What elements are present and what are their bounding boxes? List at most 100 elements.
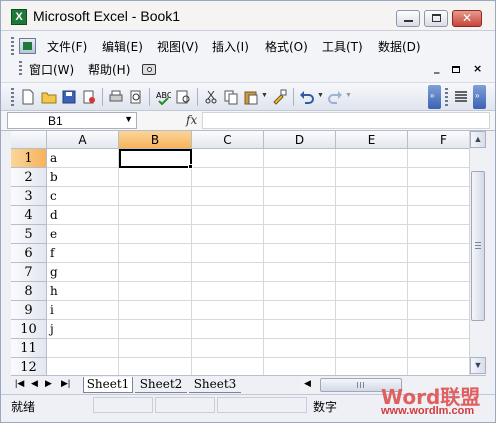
mdi-restore-button[interactable]: [452, 66, 460, 73]
scroll-up-button[interactable]: ▲: [470, 131, 486, 148]
cell-c7[interactable]: [192, 263, 264, 282]
menu-file[interactable]: 文件(F): [47, 39, 87, 55]
sheet-tab-sheet3[interactable]: Sheet3: [189, 377, 241, 393]
vertical-scroll-thumb[interactable]: [471, 171, 485, 321]
cell-f6[interactable]: [408, 244, 469, 263]
row-header-4[interactable]: 4: [11, 206, 47, 225]
cell-c1[interactable]: [192, 149, 264, 168]
cell-f5[interactable]: [408, 225, 469, 244]
cell-d5[interactable]: [264, 225, 336, 244]
cell-d9[interactable]: [264, 301, 336, 320]
column-header-c[interactable]: C: [192, 131, 264, 149]
cell-b7[interactable]: [119, 263, 192, 282]
cell-d10[interactable]: [264, 320, 336, 339]
cell-a9[interactable]: i: [47, 301, 119, 320]
cell-d4[interactable]: [264, 206, 336, 225]
cell-e5[interactable]: [336, 225, 408, 244]
menu-edit[interactable]: 编辑(E): [102, 39, 143, 55]
column-header-e[interactable]: E: [336, 131, 408, 149]
column-header-b[interactable]: B: [119, 131, 192, 149]
select-all-corner[interactable]: [11, 131, 47, 149]
row-header-11[interactable]: 11: [11, 339, 47, 358]
cell-b9[interactable]: [119, 301, 192, 320]
open-folder-icon[interactable]: [41, 89, 57, 105]
cut-icon[interactable]: [203, 89, 219, 105]
cell-f9[interactable]: [408, 301, 469, 320]
cell-f10[interactable]: [408, 320, 469, 339]
cell-e10[interactable]: [336, 320, 408, 339]
row-header-7[interactable]: 7: [11, 263, 47, 282]
first-sheet-nav-button[interactable]: |◀: [15, 378, 24, 389]
cell-e12[interactable]: [336, 358, 408, 375]
cell-a10[interactable]: j: [47, 320, 119, 339]
menu-data[interactable]: 数据(D): [378, 39, 421, 55]
undo-icon[interactable]: [299, 89, 315, 105]
menu-insert[interactable]: 插入(I): [212, 39, 249, 55]
cell-b10[interactable]: [119, 320, 192, 339]
chevron-down-icon[interactable]: ▼: [124, 114, 133, 124]
column-header-f[interactable]: F: [408, 131, 469, 149]
cell-c6[interactable]: [192, 244, 264, 263]
toolbar-options-chevron-icon[interactable]: »: [428, 85, 441, 109]
paste-icon[interactable]: [243, 89, 259, 105]
cell-c8[interactable]: [192, 282, 264, 301]
cell-a5[interactable]: e: [47, 225, 119, 244]
excel-app-icon[interactable]: X: [11, 9, 27, 25]
column-header-a[interactable]: A: [47, 131, 119, 149]
insert-function-icon[interactable]: fx: [186, 113, 197, 127]
new-document-icon[interactable]: [20, 89, 36, 105]
cell-b2[interactable]: [119, 168, 192, 187]
cell-b8[interactable]: [119, 282, 192, 301]
row-header-8[interactable]: 8: [11, 282, 47, 301]
menu-window[interactable]: 窗口(W): [29, 62, 74, 78]
cell-c5[interactable]: [192, 225, 264, 244]
row-header-12[interactable]: 12: [11, 358, 47, 375]
menu-tools[interactable]: 工具(T): [322, 39, 363, 55]
cell-a4[interactable]: d: [47, 206, 119, 225]
row-header-5[interactable]: 5: [11, 225, 47, 244]
redo-dropdown-icon[interactable]: ▼: [345, 92, 352, 99]
mdi-minimize-button[interactable]: _: [434, 61, 440, 74]
active-cell-b1[interactable]: [119, 149, 192, 168]
cell-a1[interactable]: a: [47, 149, 119, 168]
research-icon[interactable]: [175, 89, 191, 105]
cell-e9[interactable]: [336, 301, 408, 320]
menubar-grip-2[interactable]: [19, 61, 22, 77]
row-header-3[interactable]: 3: [11, 187, 47, 206]
vertical-scrollbar[interactable]: ▲ ▼: [469, 131, 486, 375]
toolbar-grip[interactable]: [11, 88, 14, 106]
cell-f4[interactable]: [408, 206, 469, 225]
save-icon[interactable]: [61, 89, 77, 105]
copy-icon[interactable]: [223, 89, 239, 105]
cell-f2[interactable]: [408, 168, 469, 187]
menubar-grip[interactable]: [11, 37, 14, 55]
cell-a7[interactable]: g: [47, 263, 119, 282]
cell-f11[interactable]: [408, 339, 469, 358]
toolbar-grip-2[interactable]: [445, 88, 448, 106]
maximize-button[interactable]: [424, 10, 448, 27]
print-icon[interactable]: [108, 89, 124, 105]
fill-handle[interactable]: [188, 164, 193, 169]
toolbar-options-chevron-icon-2[interactable]: »: [473, 85, 486, 109]
cell-d12[interactable]: [264, 358, 336, 375]
cell-d3[interactable]: [264, 187, 336, 206]
cell-c12[interactable]: [192, 358, 264, 375]
cell-f8[interactable]: [408, 282, 469, 301]
cell-c10[interactable]: [192, 320, 264, 339]
close-button[interactable]: ✕: [452, 10, 482, 27]
cell-b12[interactable]: [119, 358, 192, 375]
cell-f3[interactable]: [408, 187, 469, 206]
format-painter-icon[interactable]: [271, 89, 287, 105]
cell-e11[interactable]: [336, 339, 408, 358]
menu-view[interactable]: 视图(V): [157, 39, 199, 55]
cell-d7[interactable]: [264, 263, 336, 282]
scroll-down-button[interactable]: ▼: [470, 357, 486, 374]
mdi-close-button[interactable]: ×: [473, 62, 482, 75]
cell-c3[interactable]: [192, 187, 264, 206]
formula-input[interactable]: [202, 112, 490, 129]
worksheet-grid[interactable]: A B C D E F 1 a 2 b 3 c 4 d 5 e 6 f 7 g 8 h 9 i 10 j 11 12: [11, 131, 469, 375]
cell-b5[interactable]: [119, 225, 192, 244]
cell-a3[interactable]: c: [47, 187, 119, 206]
last-sheet-nav-button[interactable]: ▶|: [61, 378, 70, 389]
name-box[interactable]: B1 ▼: [7, 112, 137, 129]
